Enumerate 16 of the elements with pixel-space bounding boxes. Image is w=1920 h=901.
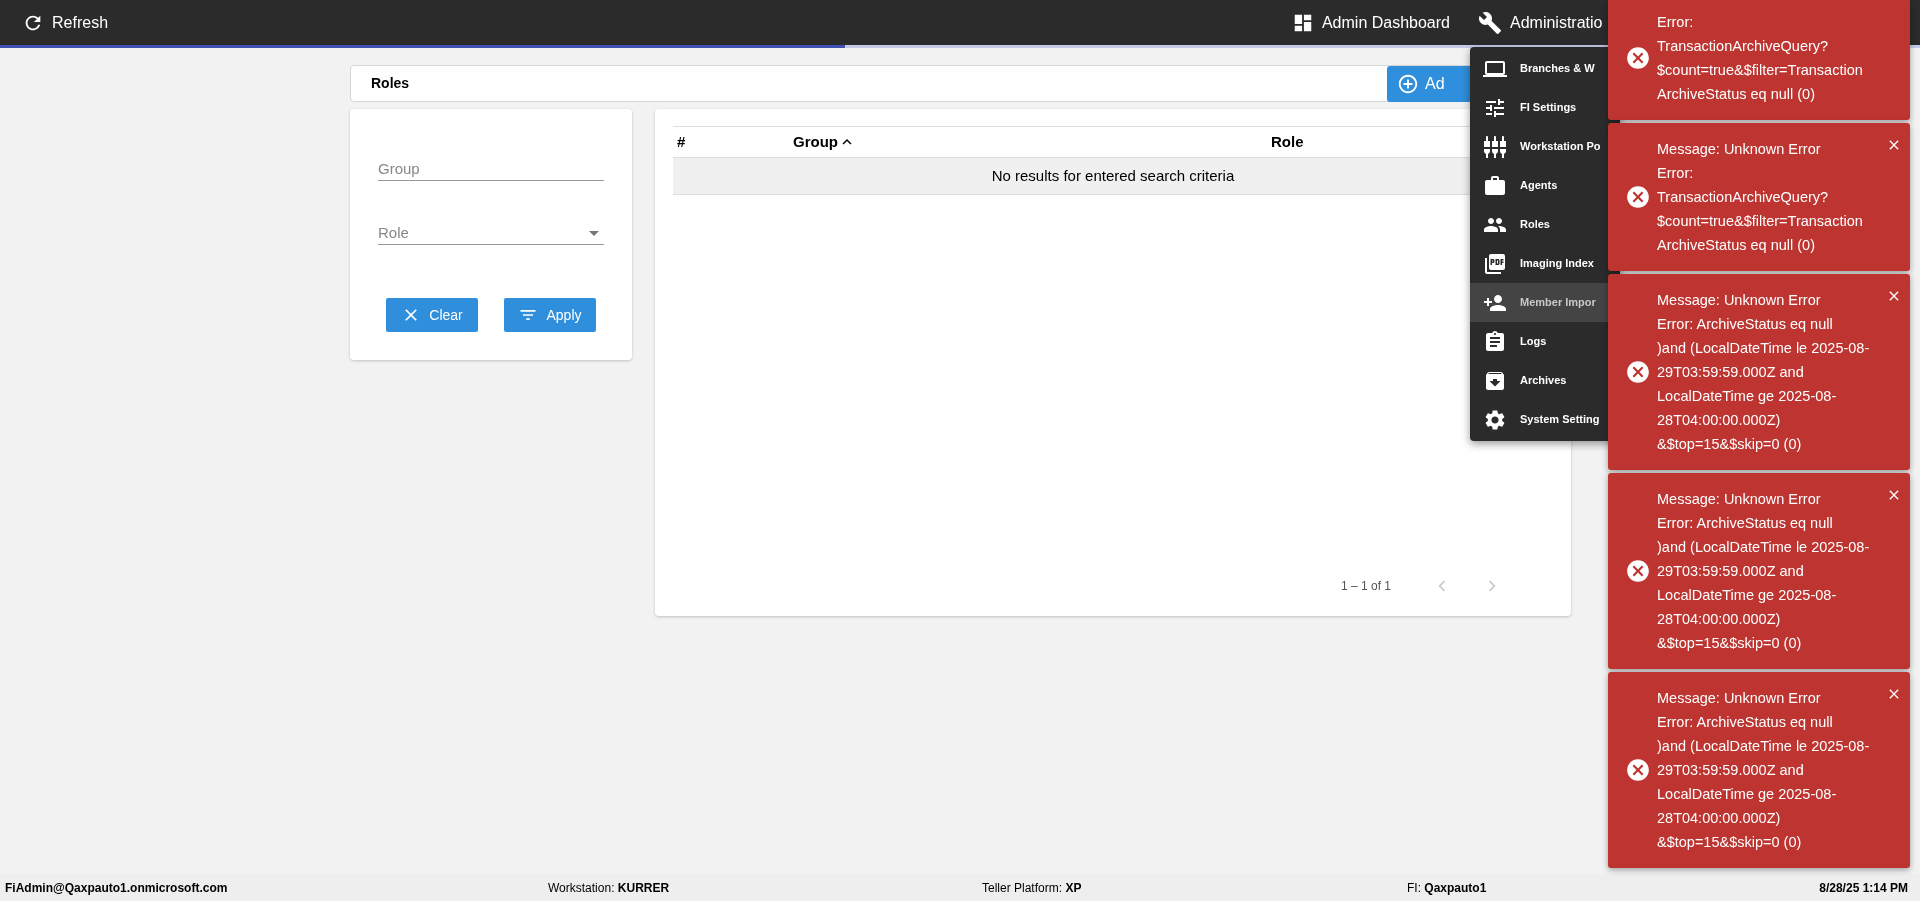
pagination-range: 1 – 1 of 1 (1340, 578, 1391, 595)
error-message: Message: Unknown Error Error: TransactionArchiveQuery? $count=true&$filter=Transaction ArchiveStatus eq null (0) (1657, 140, 1863, 255)
error-message: Message: Unknown Error Error: ArchiveStatus eq null )and (LocalDateTime le 2025-08- 29T03:59:59.000Z and LocalDateTime ge 2025-08- 28T04:00:00.000Z) &$top=15&$skip=0 (0) (1657, 291, 1870, 454)
status-value: KURRER (617, 880, 670, 895)
status-label: Teller Platform: (982, 880, 1063, 895)
user-email: FiAdmin@Qaxpauto1.onmicrosoft.com (5, 879, 229, 897)
error-message: Message: Unknown Error Error: ArchiveStatus eq null )and (LocalDateTime le 2025-08- 29T03:59:59.000Z and LocalDateTime ge 2025-08- 28T04:00:00.000Z) &$top=15&$skip=0 (0) (1657, 490, 1870, 653)
status-label: Workstation: (548, 880, 615, 895)
error-message: Error: TransactionArchiveQuery? $count=true&$filter=Transaction ArchiveStatus eq null (0) (1657, 13, 1863, 104)
status-value: Qaxpauto1 (1424, 880, 1487, 895)
status-label: FI: (1407, 880, 1421, 895)
error-message: Message: Unknown Error Error: ArchiveStatus eq null )and (LocalDateTime le 2025-08- 29T03:59:59.000Z and LocalDateTime ge 2025-08- 28T04:00:00.000Z) &$top=15&$skip=0 (0) (1657, 689, 1870, 852)
date-time: 8/28/25 1:14 PM (1819, 879, 1908, 897)
empty-message: No results for entered search criteria (991, 165, 1235, 186)
page-title: Roles (371, 74, 410, 93)
status-value: XP (1065, 880, 1082, 895)
